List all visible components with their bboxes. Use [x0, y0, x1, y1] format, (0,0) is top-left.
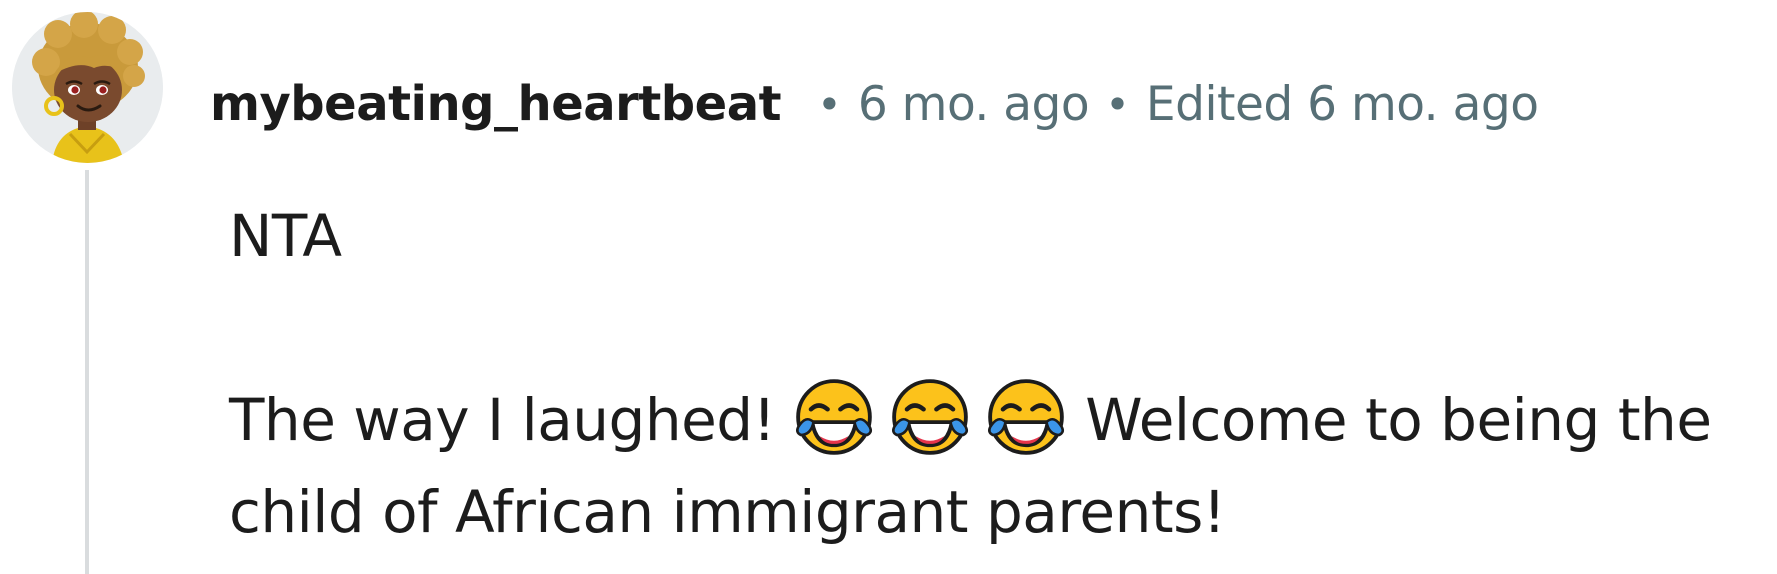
- meta-separator: •: [817, 79, 842, 129]
- comment-text: The way I laughed!: [229, 386, 776, 454]
- avatar-icon: [12, 12, 163, 163]
- comment-body: NTA The way I laughed! Welcome to being …: [229, 190, 1749, 558]
- avatar[interactable]: [12, 12, 163, 163]
- meta-separator: •: [1105, 79, 1130, 129]
- comment: mybeating_heartbeat • 6 mo. ago • Edited…: [0, 0, 1777, 574]
- author-username[interactable]: mybeating_heartbeat: [210, 76, 782, 132]
- face-with-tears-of-joy-icon: [796, 379, 873, 455]
- comment-paragraph: The way I laughed! Welcome to being the …: [229, 374, 1749, 558]
- face-with-tears-of-joy-icon: [892, 379, 969, 455]
- comment-meta: mybeating_heartbeat • 6 mo. ago • Edited…: [210, 72, 1539, 136]
- comment-timestamp[interactable]: 6 mo. ago: [858, 77, 1090, 132]
- face-with-tears-of-joy-icon: [988, 379, 1065, 455]
- comment-paragraph: NTA: [229, 202, 342, 270]
- thread-collapse-line[interactable]: [85, 170, 89, 574]
- edited-timestamp: Edited 6 mo. ago: [1145, 76, 1539, 132]
